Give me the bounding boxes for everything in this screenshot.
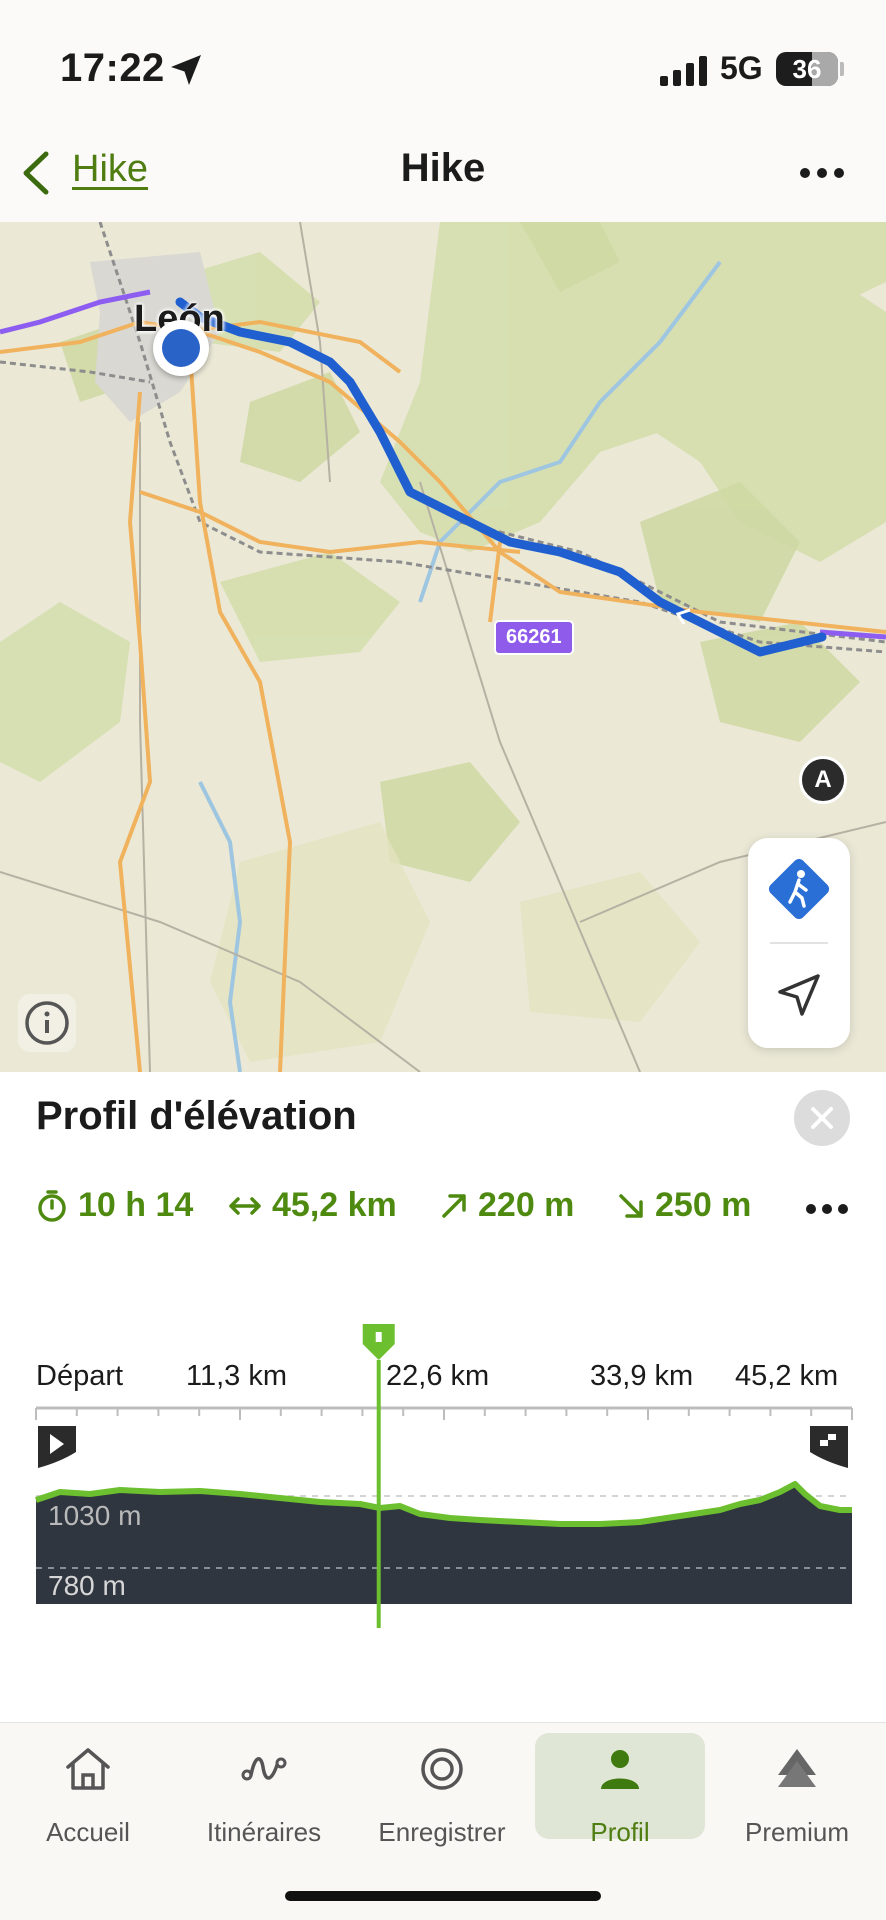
location-arrow-icon [171, 55, 201, 85]
record-icon [421, 1748, 463, 1790]
home-icon [66, 1748, 110, 1790]
map-info-button[interactable] [18, 994, 76, 1052]
tab-premium[interactable]: Premium [712, 1733, 882, 1847]
bottom-tab-bar: Accueil Itinéraires Enregistrer Profil P… [0, 1722, 886, 1920]
map-view[interactable]: León 66261 A [0, 222, 886, 1072]
navigation-bar: Hike Hike [0, 130, 886, 222]
lower-elevation-label: 780 m [48, 1570, 126, 1601]
home-indicator [285, 1891, 601, 1901]
signal-icon [660, 56, 707, 86]
back-chevron-icon[interactable] [18, 148, 52, 198]
tab-label-profil: Profil [590, 1817, 650, 1847]
route-start-marker[interactable]: A [799, 756, 847, 804]
elevation-profile[interactable]: Départ 11,3 km 22,6 km 33,9 km 45,2 km 1… [0, 1248, 886, 1628]
tab-profil[interactable]: Profil [535, 1733, 705, 1847]
elevation-panel: Profil d'élévation 10 h 14 45,2 km 220 m… [0, 1072, 886, 1722]
elevation-title: Profil d'élévation [36, 1094, 357, 1138]
duration-stat: 10 h 14 [36, 1186, 193, 1225]
battery-level: 36 [792, 54, 822, 84]
elevation-graph[interactable] [0, 1248, 886, 1628]
status-time: 17:22 [60, 46, 165, 90]
map-controls-panel [748, 838, 850, 1048]
distance-value: 45,2 km [272, 1186, 397, 1224]
distance-stat: 45,2 km [228, 1186, 397, 1225]
ascent-value: 220 m [478, 1186, 575, 1224]
tab-label-accueil: Accueil [46, 1817, 130, 1847]
hiking-mode-icon[interactable] [762, 852, 836, 926]
battery-tip [840, 62, 844, 76]
distance-arrows-icon [229, 1196, 261, 1215]
descent-stat: 250 m [617, 1186, 751, 1225]
ascent-stat: 220 m [440, 1186, 574, 1225]
descent-value: 250 m [655, 1186, 752, 1224]
info-icon [25, 1001, 69, 1045]
ascent-arrow-icon [442, 1193, 466, 1218]
start-flag-icon [38, 1426, 76, 1468]
back-button[interactable]: Hike [72, 148, 148, 191]
tab-label-itineraires: Itinéraires [206, 1817, 322, 1847]
network-type: 5G [720, 50, 763, 86]
close-icon [811, 1107, 833, 1129]
current-position-marker [153, 320, 209, 376]
stopwatch-icon [38, 1189, 66, 1222]
locate-me-icon[interactable] [770, 966, 828, 1024]
tab-label-premium: Premium [744, 1817, 849, 1847]
descent-arrow-icon [619, 1193, 643, 1218]
elevation-area [36, 1484, 852, 1604]
tab-enregistrer[interactable]: Enregistrer [357, 1733, 527, 1847]
route-stats: 10 h 14 45,2 km 220 m 250 m [36, 1186, 856, 1236]
duration-value: 10 h 14 [78, 1186, 194, 1224]
more-options-icon[interactable] [794, 152, 850, 192]
road-number-badge: 66261 [494, 620, 574, 655]
profile-icon [601, 1750, 639, 1789]
stats-more-icon[interactable] [802, 1194, 852, 1224]
premium-icon [778, 1749, 816, 1787]
controls-divider [770, 942, 828, 944]
status-bar: 17:22 5G 36 [0, 0, 886, 130]
battery-icon: 36 [776, 52, 838, 86]
finish-flag-icon [810, 1426, 848, 1468]
close-button[interactable] [794, 1090, 850, 1146]
tab-itineraires[interactable]: Itinéraires [179, 1733, 349, 1847]
route-icon [241, 1757, 287, 1781]
upper-elevation-label: 1030 m [48, 1500, 142, 1531]
tab-accueil[interactable]: Accueil [3, 1733, 173, 1847]
tab-label-enregistrer: Enregistrer [378, 1817, 506, 1847]
